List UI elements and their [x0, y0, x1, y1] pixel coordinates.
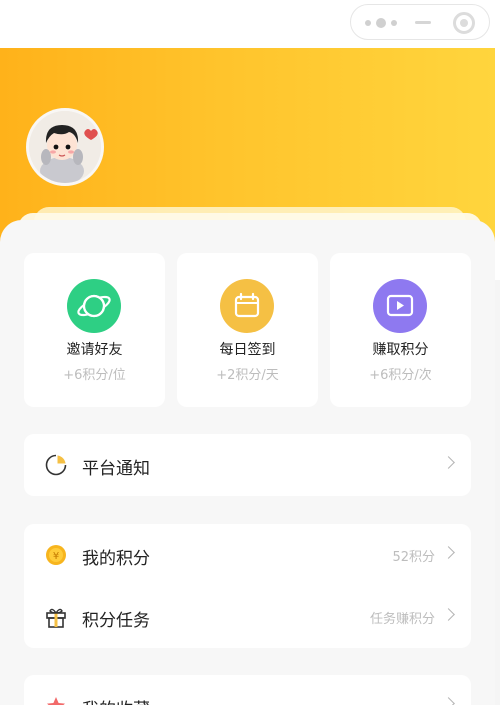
minimize-icon[interactable]: [415, 21, 431, 24]
svg-text:¥: ¥: [53, 551, 59, 562]
menu-label: 我的积分: [82, 549, 150, 569]
card-subtitle: +2积分/天: [216, 368, 279, 383]
play-video-icon: [373, 279, 427, 333]
card-subtitle: +6积分/次: [369, 368, 432, 383]
coin-icon: ¥: [46, 545, 66, 565]
user-avatar[interactable]: [26, 108, 104, 186]
quick-actions: 邀请好友 +6积分/位 每日签到 +2积分/天 赚取积分 +6积分/次: [24, 253, 471, 407]
tasks-hint: 任务赚积分: [369, 612, 435, 627]
chevron-right-icon: [442, 456, 455, 469]
card-title: 邀请好友: [66, 342, 123, 358]
avatar-illustration: [29, 111, 101, 183]
points-panel: ¥ 我的积分 52积分 积分任务 任务赚积分: [24, 524, 471, 648]
invite-friends-card[interactable]: 邀请好友 +6积分/位: [24, 253, 165, 407]
daily-checkin-card[interactable]: 每日签到 +2积分/天: [177, 253, 318, 407]
points-value: 52积分: [392, 550, 435, 565]
card-title: 每日签到: [219, 342, 276, 358]
favorites-panel: 我的收藏: [24, 675, 471, 705]
chevron-right-icon: [442, 546, 455, 559]
menu-row-tasks[interactable]: 积分任务 任务赚积分: [24, 586, 471, 648]
menu-label: 积分任务: [82, 611, 150, 631]
chevron-right-icon: [442, 608, 455, 621]
card-subtitle: +6积分/位: [63, 368, 126, 383]
notice-panel: 平台通知: [24, 434, 471, 496]
pie-chart-icon: [45, 454, 67, 476]
earn-points-card[interactable]: 赚取积分 +6积分/次: [330, 253, 471, 407]
card-title: 赚取积分: [372, 342, 429, 358]
mini-program-capsule: [350, 4, 490, 40]
more-dots-icon[interactable]: [365, 18, 401, 28]
close-target-icon[interactable]: [453, 12, 475, 34]
menu-label: 平台通知: [82, 459, 150, 479]
menu-label: 我的收藏: [82, 695, 150, 705]
planet-icon: [67, 279, 121, 333]
star-icon: [47, 697, 65, 705]
menu-row-points[interactable]: ¥ 我的积分 52积分: [24, 524, 471, 586]
top-bar: [0, 0, 500, 48]
menu-row-notice[interactable]: 平台通知: [24, 434, 471, 496]
calendar-icon: [220, 279, 274, 333]
menu-row-favorites[interactable]: 我的收藏: [24, 675, 471, 705]
gift-icon: [46, 608, 66, 628]
chevron-right-icon: [442, 697, 455, 705]
